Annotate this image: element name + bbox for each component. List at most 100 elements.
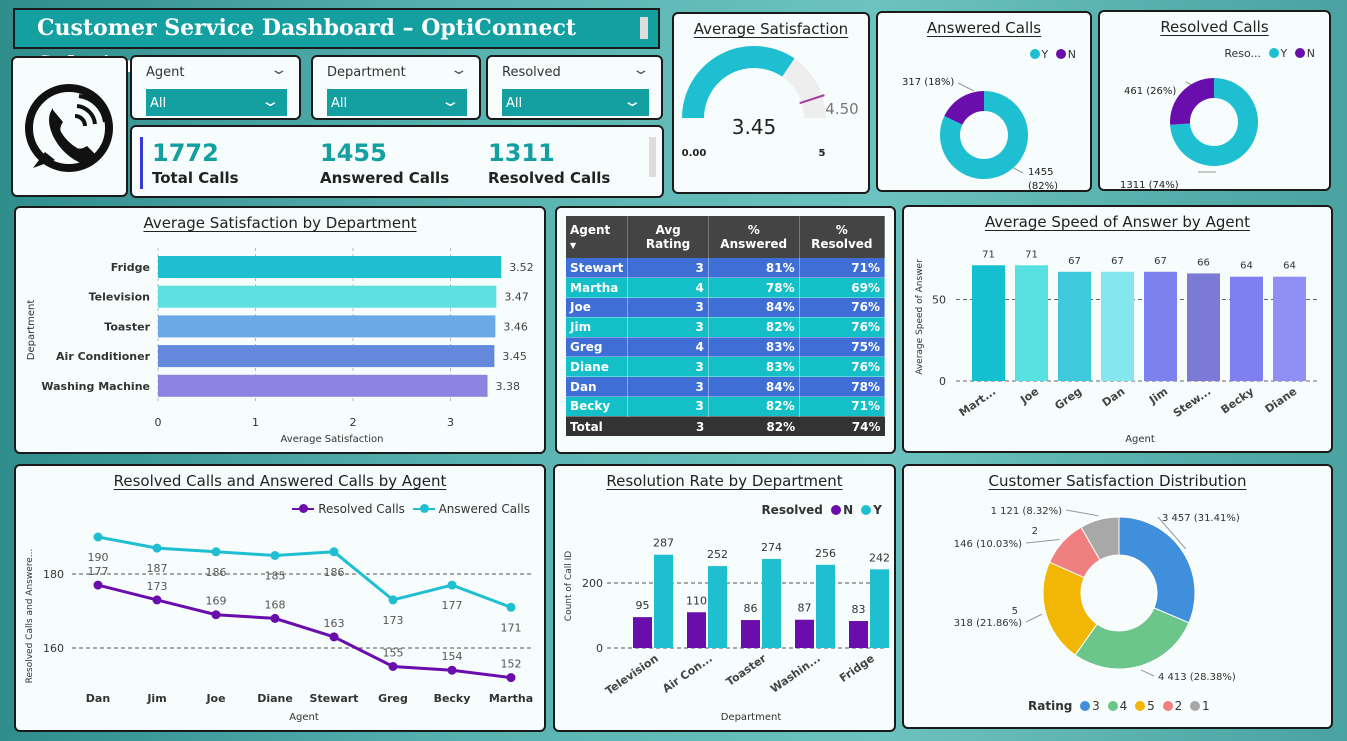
x-tick-label: 3: [447, 416, 454, 429]
x-tick-label: 0: [155, 416, 162, 429]
y-axis-label: Average Speed of Answer: [915, 259, 925, 375]
sort-desc-icon[interactable]: ▼: [570, 241, 576, 250]
bar[interactable]: [158, 374, 488, 397]
table-cell: 71%: [799, 258, 886, 279]
table-row[interactable]: Dan 3 84% 78%: [566, 376, 886, 398]
chevron-down-icon[interactable]: ⌄: [623, 92, 643, 110]
column-header-answered[interactable]: % Answered: [708, 216, 800, 258]
donut-slice[interactable]: [1118, 516, 1196, 624]
department-filter-value: All: [331, 96, 348, 111]
x-tick-label: Diane: [257, 692, 293, 705]
y-tick-label: 0: [596, 642, 603, 655]
bar[interactable]: [1058, 271, 1091, 381]
data-point[interactable]: [93, 580, 103, 590]
agent-filter-dropdown[interactable]: All ⌄: [146, 89, 287, 116]
donut-slice-n[interactable]: [1170, 78, 1214, 125]
bar[interactable]: [972, 265, 1005, 381]
column-header-resolved[interactable]: % Resolved: [799, 216, 886, 258]
bar[interactable]: [687, 612, 706, 648]
resolved-filter[interactable]: Resolved ⌄ All ⌄: [486, 55, 663, 120]
value-label: 71: [982, 249, 995, 260]
value-label: 274: [761, 541, 782, 554]
column-header-agent[interactable]: Agent ▼: [566, 216, 629, 258]
data-point[interactable]: [270, 551, 280, 560]
department-filter-dropdown[interactable]: All ⌄: [327, 89, 467, 116]
data-point[interactable]: [506, 602, 516, 612]
table-cell: 83%: [708, 356, 800, 378]
data-point[interactable]: [447, 665, 457, 675]
chevron-down-icon[interactable]: ⌄: [261, 92, 281, 110]
table-row[interactable]: Martha 4 78% 69%: [566, 277, 886, 299]
y-axis-label: Count of Call ID: [564, 551, 574, 621]
slice-label-y: 1311 (74%): [1120, 180, 1179, 191]
gauge-max: 5: [819, 148, 826, 159]
bar[interactable]: [816, 564, 835, 648]
resolved-filter-dropdown[interactable]: All ⌄: [502, 89, 649, 116]
kpi-scrollbar[interactable]: [649, 137, 656, 177]
bar[interactable]: [1144, 271, 1177, 381]
data-point[interactable]: [211, 547, 221, 557]
title-scrollbar[interactable]: [640, 17, 648, 39]
table-row[interactable]: Diane 3 83% 76%: [566, 356, 886, 378]
bar[interactable]: [1101, 271, 1134, 381]
table-row[interactable]: Stewart 3 81% 71%: [566, 258, 886, 279]
bar[interactable]: [654, 554, 673, 648]
category-label: Toaster: [104, 320, 150, 333]
data-point[interactable]: [329, 547, 339, 557]
table-row[interactable]: Joe 3 84% 76%: [566, 297, 886, 318]
bar[interactable]: [158, 256, 502, 278]
category-label: Fridge: [111, 261, 150, 274]
table-cell: Joe: [566, 297, 629, 318]
bar[interactable]: [795, 619, 814, 648]
bar[interactable]: [633, 617, 652, 648]
data-point[interactable]: [329, 632, 339, 642]
data-point[interactable]: [93, 532, 103, 542]
chevron-down-icon[interactable]: ⌄: [632, 62, 651, 78]
bar[interactable]: [158, 285, 497, 308]
data-point[interactable]: [152, 543, 162, 553]
bar[interactable]: [1230, 276, 1263, 381]
kpi-total-calls: 1772 Total Calls: [152, 139, 239, 187]
department-filter[interactable]: Department ⌄ All ⌄: [311, 55, 481, 120]
data-point[interactable]: [152, 595, 162, 605]
table-cell: 84%: [708, 376, 800, 398]
chevron-down-icon[interactable]: ⌄: [450, 62, 469, 78]
table-cell: 78%: [708, 277, 800, 299]
data-point[interactable]: [211, 610, 221, 620]
legend-item: 1: [1202, 699, 1210, 713]
data-label: 169: [206, 595, 227, 608]
data-point[interactable]: [506, 673, 516, 683]
column-header-rating[interactable]: Avg Rating: [627, 216, 709, 258]
table-cell: 83%: [708, 337, 800, 358]
speed-answer-chart: 0 50 71 Mart... 71 Joe 67 Greg 67 Dan 67 Jim 66 Stew…: [915, 249, 1318, 445]
table-row[interactable]: Becky 3 82% 71%: [566, 396, 886, 417]
bar[interactable]: [158, 345, 495, 368]
bar[interactable]: [849, 621, 868, 648]
chevron-down-icon[interactable]: ⌄: [441, 92, 461, 110]
data-point[interactable]: [388, 595, 398, 605]
chevron-down-icon[interactable]: ⌄: [270, 62, 289, 78]
category-label: Fridge: [837, 652, 877, 685]
kpi-value: 1311: [488, 139, 555, 167]
donut-slice[interactable]: [1074, 607, 1190, 670]
table-row[interactable]: Jim 3 82% 76%: [566, 317, 886, 338]
bar[interactable]: [1187, 273, 1220, 381]
bar[interactable]: [1015, 265, 1048, 381]
bar[interactable]: [762, 558, 781, 648]
table-row[interactable]: Greg 4 83% 75%: [566, 337, 886, 358]
bar[interactable]: [158, 315, 496, 338]
legend-title: Rating: [1028, 699, 1073, 713]
dashboard-title: Customer Service Dashboard – OptiConnect…: [13, 8, 660, 78]
bar[interactable]: [870, 569, 889, 648]
data-point[interactable]: [447, 580, 457, 590]
agent-filter[interactable]: Agent ⌄ All ⌄: [130, 55, 301, 120]
data-point[interactable]: [270, 613, 280, 623]
bar[interactable]: [1273, 276, 1306, 381]
bar[interactable]: [741, 620, 760, 648]
bar[interactable]: [708, 566, 727, 648]
gauge-value: 3.45: [732, 115, 777, 139]
kpi-label: Total Calls: [152, 169, 239, 187]
value-label: 95: [636, 599, 650, 612]
table-total-row: Total 3 82% 74%: [566, 416, 885, 437]
data-point[interactable]: [388, 662, 398, 671]
